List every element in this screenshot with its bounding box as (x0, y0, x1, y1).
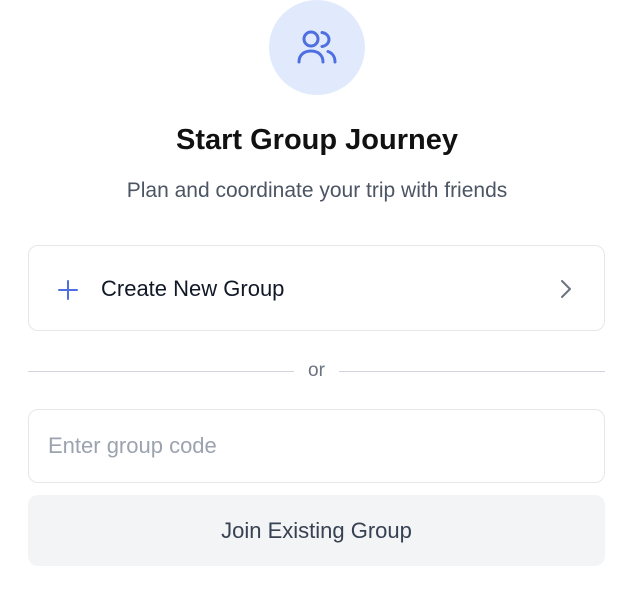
hero-icon-circle (269, 0, 365, 95)
divider-line-right (339, 371, 605, 372)
group-code-input[interactable] (28, 409, 605, 483)
divider-or-text: or (308, 360, 325, 381)
create-new-group-button[interactable]: Create New Group (28, 245, 605, 331)
divider-line-left (28, 371, 294, 372)
chevron-right-icon (561, 280, 571, 298)
users-icon (297, 30, 337, 63)
plus-icon (58, 280, 78, 300)
page-subtitle: Plan and coordinate your trip with frien… (126, 179, 508, 202)
create-new-group-label: Create New Group (101, 276, 285, 301)
page-title: Start Group Journey (176, 124, 458, 156)
join-existing-group-button[interactable]: Join Existing Group (28, 495, 605, 566)
start-group-journey-panel: Start Group Journey Plan and coordinate … (0, 0, 618, 603)
